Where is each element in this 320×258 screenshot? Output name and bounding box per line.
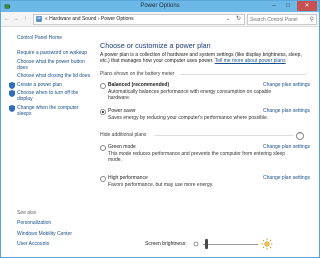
sidebar-item-sleep[interactable]: Change when the computer sleeps: [9, 104, 93, 117]
see-also-links: Personalization Windows Mobility Center …: [17, 220, 72, 252]
main-panel: Choose or customize a power plan A power…: [93, 27, 319, 257]
minimize-button[interactable]: –: [267, 1, 281, 11]
plan-name: High performance: [108, 175, 148, 181]
sidebar-item-lid[interactable]: Choose what closing the lid does: [17, 73, 93, 79]
sidebar-item-display-off[interactable]: Choose when to turn off the display: [9, 90, 93, 102]
hide-plans-section[interactable]: Hide additional plans ⌃: [100, 132, 308, 140]
personalization-link[interactable]: Personalization: [17, 220, 72, 226]
control-panel-home-link[interactable]: Control Panel Home: [17, 35, 62, 41]
page-title: Choose or customize a power plan: [100, 41, 211, 50]
plan-radio[interactable]: [100, 145, 106, 151]
plan-radio-selected[interactable]: [100, 109, 106, 115]
tell-me-more-link[interactable]: Tell me more about power plans: [215, 58, 286, 64]
shield-icon: [9, 81, 15, 89]
sidebar-links: Require a password on wakeup Choose what…: [9, 50, 93, 119]
sidebar-item-label: Choose when to turn off the display: [17, 90, 79, 102]
control-panel-icon: [36, 16, 42, 22]
search-box[interactable]: ⚲: [247, 14, 317, 25]
maximize-button[interactable]: □: [281, 1, 295, 11]
breadcrumb[interactable]: « Hardware and Sound › Power Options: [45, 16, 134, 22]
shield-icon: [9, 90, 15, 97]
brightness-control: Screen brightness:: [145, 238, 315, 250]
chevron-up-icon[interactable]: ⌃: [296, 132, 304, 140]
see-also-label: See also: [17, 210, 37, 216]
brightness-slider-track[interactable]: [203, 244, 258, 245]
plan-radio[interactable]: [100, 83, 106, 89]
change-plan-settings-link[interactable]: Change plan settings: [263, 82, 310, 88]
sidebar-item-password[interactable]: Require a password on wakeup: [17, 50, 93, 56]
change-plan-settings-link[interactable]: Change plan settings: [263, 108, 310, 114]
plan-name: Balanced (recommended): [108, 82, 170, 88]
sidebar-item-create-plan[interactable]: Create a power plan: [9, 81, 93, 89]
battery-meter-section: Plans shown on the battery meter: [100, 71, 308, 77]
back-arrow-icon[interactable]: ←: [3, 15, 11, 23]
hide-additional-plans-label: Hide additional plans: [100, 132, 147, 138]
address-bar[interactable]: « Hardware and Sound › Power Options ⌄ ↻: [33, 14, 245, 25]
user-accounts-link[interactable]: User Accounts: [17, 241, 72, 247]
change-plan-settings-link[interactable]: Change plan settings: [263, 144, 310, 150]
sidebar-item-power-button[interactable]: Choose what the power button does: [17, 59, 93, 71]
plan-name: Power saver: [108, 108, 136, 114]
mobility-center-link[interactable]: Windows Mobility Center: [17, 231, 72, 237]
change-plan-settings-link[interactable]: Change plan settings: [263, 175, 310, 181]
search-input[interactable]: [248, 16, 306, 23]
divider: [154, 135, 294, 136]
brightness-label: Screen brightness:: [145, 241, 187, 247]
intro-text: A power plan is a collection of hardware…: [100, 52, 302, 64]
search-icon[interactable]: ⚲: [310, 16, 314, 23]
sidebar-item-label: Create a power plan: [17, 81, 63, 88]
plan-description: This mode reduces performance and preven…: [108, 151, 286, 163]
section-label: Plans shown on the battery meter: [100, 71, 175, 77]
sidebar: Control Panel Home Require a password on…: [1, 27, 93, 257]
sun-bright-icon: [261, 238, 273, 250]
brightness-slider-thumb[interactable]: [204, 239, 208, 249]
divider: [180, 74, 306, 75]
title-bar[interactable]: Power Options – □ ✕: [1, 1, 319, 12]
close-button[interactable]: ✕: [297, 1, 317, 11]
plan-name: Green mode: [108, 144, 136, 150]
refresh-icon[interactable]: ↻: [236, 15, 241, 22]
sidebar-item-label: Change when the computer sleeps: [17, 104, 79, 117]
plan-description: Saves energy by reducing your computer's…: [108, 115, 269, 121]
up-arrow-icon[interactable]: ↑: [21, 15, 29, 23]
power-options-window: Power Options – □ ✕ ← → ↑ « Hardware and…: [0, 0, 320, 258]
plan-description: Automatically balances performance with …: [108, 89, 272, 101]
address-toolbar: ← → ↑ « Hardware and Sound › Power Optio…: [1, 12, 319, 27]
forward-arrow-icon[interactable]: →: [12, 15, 20, 23]
plan-description: Favors performance, but may use more ene…: [108, 182, 214, 188]
sun-dim-icon: [193, 241, 199, 247]
chevron-down-icon[interactable]: ⌄: [226, 16, 230, 22]
plan-radio[interactable]: [100, 176, 106, 182]
shield-icon: [9, 104, 15, 112]
